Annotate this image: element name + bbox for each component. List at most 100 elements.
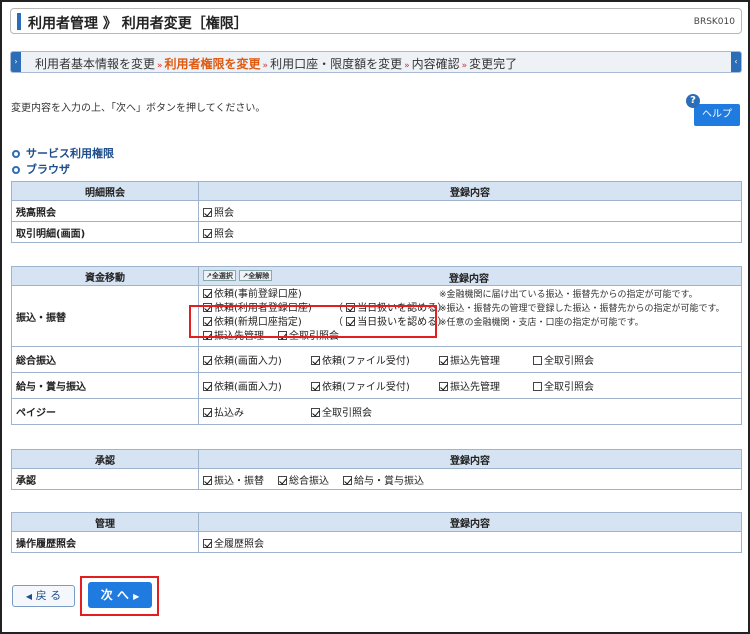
shikin-table: 資金移動 ↗全選択 ↗全解除 登録内容 振込・振替 依頼(事前登録口座) ※金融機… xyxy=(11,266,742,425)
section-browser-label: ブラウザ xyxy=(26,163,70,176)
row-options: 全履歴照会 xyxy=(198,531,742,553)
step-5: 変更完了 xyxy=(469,57,518,71)
step-4: 内容確認 xyxy=(411,57,460,71)
option-shonin-0-2[interactable]: 給与・賞与振込 xyxy=(343,472,424,487)
option-shonin-0-1[interactable]: 総合振込 xyxy=(278,472,329,487)
step-2: 利用者権限を変更 xyxy=(164,57,261,71)
option-shikin-0-0[interactable]: 依頼(画面入力) xyxy=(203,352,282,367)
shonin-header-left: 承認 xyxy=(11,449,199,469)
row-label: ペイジー xyxy=(11,398,199,425)
option-shikin-0-2[interactable]: 振込先管理 xyxy=(439,352,500,367)
option-shonin-0-0[interactable]: 振込・振替 xyxy=(203,472,264,487)
step-bar-right-cap-icon: ‹ xyxy=(731,52,741,72)
checkbox-icon[interactable] xyxy=(533,356,542,365)
section-browser: ブラウザ xyxy=(12,161,70,177)
screen-id: BRSK010 xyxy=(693,17,735,27)
option-shikin-0-3[interactable]: 全取引照会 xyxy=(533,352,594,367)
bullet-icon xyxy=(12,150,20,158)
back-button[interactable]: ◀ 戻 る xyxy=(12,585,75,607)
next-button[interactable]: 次 へ ▶ xyxy=(88,582,152,608)
row-options: 依頼(画面入力) 依頼(ファイル受付) 振込先管理 全取引照会 xyxy=(198,372,742,399)
step-list: 利用者基本情報を変更» 利用者権限を変更» 利用口座・限度額を変更» 内容確認» 変更完… xyxy=(35,55,517,72)
step-bar-left-cap-icon: › xyxy=(11,52,21,72)
row-label: 残高照会 xyxy=(11,200,199,222)
option-label: 依頼(画面入力) xyxy=(214,356,282,367)
checkbox-icon[interactable] xyxy=(439,356,448,365)
checkbox-icon[interactable] xyxy=(439,382,448,391)
shikin-header-right: 登録内容 xyxy=(449,274,489,285)
same-day-highlight-box xyxy=(189,305,437,338)
row-options: 照会 xyxy=(198,221,742,243)
checkbox-icon[interactable] xyxy=(203,538,212,548)
step-separator-icon: » xyxy=(461,61,468,71)
checkbox-icon[interactable] xyxy=(203,356,212,365)
help-button[interactable]: ヘルプ xyxy=(694,104,740,126)
step-separator-icon: » xyxy=(262,61,269,71)
checkbox-icon[interactable] xyxy=(278,475,287,485)
step-1: 利用者基本情報を変更 xyxy=(35,57,156,71)
option-shikin-0-1[interactable]: 依頼(ファイル受付) xyxy=(311,352,410,367)
left-arrow-icon: ◀ xyxy=(25,592,33,601)
row-options: 依頼(画面入力) 依頼(ファイル受付) 振込先管理 全取引照会 xyxy=(198,346,742,373)
checkbox-icon[interactable] xyxy=(311,382,320,391)
row-label: 操作履歴照会 xyxy=(11,531,199,553)
checkbox-icon[interactable] xyxy=(203,408,212,417)
bullet-icon xyxy=(12,166,20,174)
step-separator-icon: » xyxy=(157,61,163,71)
select-all-button[interactable]: ↗全選択 xyxy=(203,270,236,281)
furikomi-option-0[interactable]: 依頼(事前登録口座) xyxy=(203,288,302,302)
option-shikin-1-0[interactable]: 依頼(画面入力) xyxy=(203,378,282,393)
section-service-permission: サービス利用権限 xyxy=(12,145,114,161)
clear-all-button[interactable]: ↗全解除 xyxy=(239,270,273,281)
option-shikin-1-2[interactable]: 振込先管理 xyxy=(439,378,500,393)
option-meisai-0-0[interactable]: 照会 xyxy=(203,204,234,219)
option-kanri-0-0[interactable]: 全履歴照会 xyxy=(203,535,264,550)
step-3: 利用口座・限度額を変更 xyxy=(270,57,403,71)
row-options: 照会 xyxy=(198,200,742,222)
option-shikin-2-1[interactable]: 全取引照会 xyxy=(311,404,372,419)
row-options: 振込・振替 総合振込 給与・賞与振込 xyxy=(198,468,742,490)
checkbox-icon[interactable] xyxy=(203,382,212,391)
option-label: 全履歴照会 xyxy=(214,538,264,550)
option-label: 振込・振替 xyxy=(214,475,264,487)
option-label: 依頼(事前登録口座) xyxy=(214,289,302,300)
kanri-header-right: 登録内容 xyxy=(198,512,742,532)
checkbox-icon[interactable] xyxy=(343,475,352,485)
step-separator-icon: » xyxy=(404,61,410,71)
row-label: 取引明細(画面) xyxy=(11,221,199,243)
help-label: ヘルプ xyxy=(702,109,732,120)
checkbox-icon[interactable] xyxy=(533,382,542,391)
option-shikin-2-0[interactable]: 払込み xyxy=(203,404,244,419)
row-label: 承認 xyxy=(11,468,199,490)
row-label: 総合振込 xyxy=(11,346,199,373)
option-meisai-1-0[interactable]: 照会 xyxy=(203,225,234,240)
instruction-text: 変更内容を入力の上、「次へ」ボタンを押してください。 xyxy=(11,103,266,114)
option-label: 払込み xyxy=(214,408,244,419)
shonin-header-right: 登録内容 xyxy=(198,449,742,469)
furikomi-line: 依頼(事前登録口座) ※金融機関に届け出ている振込・振替先からの指定が可能です。 xyxy=(203,288,737,302)
shonin-table: 承認 登録内容 承認 振込・振替 総合振込 給与・賞与振込 xyxy=(11,449,742,490)
checkbox-icon[interactable] xyxy=(203,207,212,217)
checkbox-icon[interactable] xyxy=(203,228,212,238)
checkbox-icon[interactable] xyxy=(203,289,212,298)
checkbox-icon[interactable] xyxy=(311,408,320,417)
option-shikin-1-3[interactable]: 全取引照会 xyxy=(533,378,594,393)
shikin-header-right-cell: ↗全選択 ↗全解除 登録内容 xyxy=(198,266,742,286)
option-shikin-1-1[interactable]: 依頼(ファイル受付) xyxy=(311,378,410,393)
checkbox-icon[interactable] xyxy=(311,356,320,365)
kanri-table: 管理 登録内容 操作履歴照会 全履歴照会 xyxy=(11,512,742,553)
option-label: 全取引照会 xyxy=(544,356,594,367)
option-label: 照会 xyxy=(214,228,234,240)
checkbox-icon[interactable] xyxy=(203,475,212,485)
option-label: 振込先管理 xyxy=(450,356,500,367)
row-label: 給与・賞与振込 xyxy=(11,372,199,399)
meisai-header-right: 登録内容 xyxy=(198,181,742,201)
option-label: 振込先管理 xyxy=(450,382,500,393)
option-label: 依頼(ファイル受付) xyxy=(322,382,410,393)
meisai-header-left: 明細照会 xyxy=(11,181,199,201)
help-question-icon[interactable]: ? xyxy=(686,94,700,108)
shikin-header-left: 資金移動 xyxy=(11,266,199,286)
select-all-label: 全選択 xyxy=(211,272,233,280)
next-label: 次 へ xyxy=(100,588,129,602)
meisai-table: 明細照会 登録内容 残高照会 照会 取引明細(画面) 照会 xyxy=(11,181,742,243)
